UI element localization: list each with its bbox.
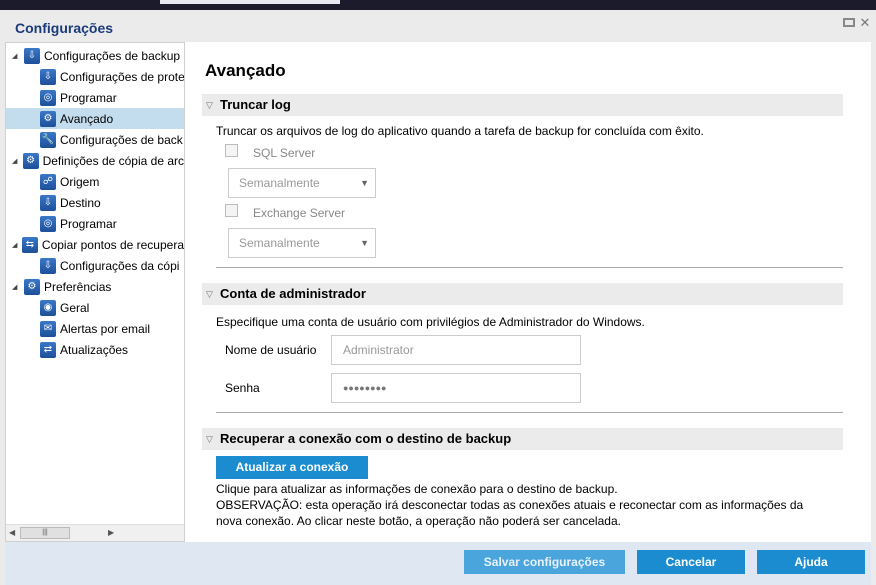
tree-item-icon: ⇩ bbox=[40, 194, 56, 211]
help-button[interactable]: Ajuda bbox=[757, 550, 865, 574]
collapse-icon: ▽ bbox=[206, 289, 213, 299]
tree-item[interactable]: ☍ Origem bbox=[6, 171, 184, 192]
reconnect-info: Clique para atualizar as informações de … bbox=[216, 482, 618, 496]
tree-item[interactable]: 🔧 Configurações de back bbox=[6, 129, 184, 150]
tree-item[interactable]: ◉ Geral bbox=[6, 297, 184, 318]
tree-item-icon: ⇩ bbox=[40, 257, 56, 274]
tree-item-label: Alertas por email bbox=[60, 321, 151, 336]
tree-item-icon: ☍ bbox=[40, 173, 56, 190]
restore-icon[interactable] bbox=[843, 18, 855, 27]
reconnect-note-line1: OBSERVAÇÃO: esta operação irá desconecta… bbox=[216, 498, 804, 512]
tree-item-label: Origem bbox=[60, 174, 100, 189]
chevron-down-icon: ▼ bbox=[360, 178, 369, 188]
tree-item-icon: ⇆ bbox=[21, 236, 38, 253]
sql-server-checkbox[interactable] bbox=[225, 144, 238, 157]
footer-bar: Salvar configurações Cancelar Ajuda bbox=[5, 542, 871, 585]
expand-triangle-icon[interactable]: ◢ bbox=[12, 52, 20, 60]
scroll-right-icon[interactable]: ▶ bbox=[108, 528, 114, 537]
tree-item-label: Geral bbox=[60, 300, 90, 315]
tree-item[interactable]: ⇩ Configurações de prote bbox=[6, 66, 184, 87]
tree-item-icon: ◎ bbox=[40, 215, 56, 232]
section-title: Recuperar a conexão com o destino de bac… bbox=[220, 431, 512, 446]
tree-item-icon: ⇄ bbox=[40, 341, 56, 358]
tree-item-label: Preferências bbox=[44, 279, 112, 294]
save-settings-button[interactable]: Salvar configurações bbox=[464, 550, 625, 574]
password-input[interactable]: ●●●●●●●● bbox=[331, 373, 581, 403]
window-title: Configurações bbox=[15, 20, 114, 36]
tree-item-label: Avançado bbox=[60, 111, 114, 126]
tree-item[interactable]: ⇩ Configurações da cópi bbox=[6, 255, 184, 276]
collapse-icon: ▽ bbox=[206, 434, 213, 444]
tree-item-icon: ✉ bbox=[40, 320, 56, 337]
tree-item[interactable]: ⇄ Atualizações bbox=[6, 339, 184, 360]
tree-item-icon: ⚙ bbox=[24, 278, 40, 295]
tree-item-label: Programar bbox=[60, 216, 117, 231]
divider bbox=[216, 267, 843, 268]
scroll-thumb[interactable]: ||| bbox=[20, 527, 70, 539]
tree-item-label: Definições de cópia de arc bbox=[42, 153, 184, 168]
exchange-server-label: Exchange Server bbox=[253, 206, 346, 220]
exchange-frequency-select[interactable]: Semanalmente ▼ bbox=[228, 228, 376, 258]
section-reconnect[interactable]: ▽ Recuperar a conexão com o destino de ba… bbox=[202, 428, 843, 450]
exchange-server-checkbox[interactable] bbox=[225, 204, 238, 217]
title-bar: Configurações ✕ bbox=[0, 10, 876, 42]
password-label: Senha bbox=[225, 381, 260, 395]
tree-item-icon: ◉ bbox=[40, 299, 56, 316]
expand-triangle-icon[interactable]: ◢ bbox=[12, 283, 20, 291]
sql-server-label: SQL Server bbox=[253, 146, 316, 160]
expand-triangle-icon[interactable]: ◢ bbox=[12, 241, 18, 249]
tree-item[interactable]: ◎ Programar bbox=[6, 87, 184, 108]
section-title: Conta de administrador bbox=[220, 286, 366, 301]
tree-item-icon: ⚙ bbox=[40, 110, 56, 127]
section-truncate-log[interactable]: ▽ Truncar log bbox=[202, 94, 843, 116]
section-admin-account[interactable]: ▽ Conta de administrador bbox=[202, 283, 843, 305]
select-value: Semanalmente bbox=[239, 176, 320, 190]
tree-item[interactable]: ◢ ⚙ Definições de cópia de arc bbox=[6, 150, 184, 171]
tree-item-icon: ◎ bbox=[40, 89, 56, 106]
tree-item[interactable]: ✉ Alertas por email bbox=[6, 318, 184, 339]
tree-item-icon: ⇩ bbox=[40, 68, 56, 85]
tree-item[interactable]: ◢ ⚙ Preferências bbox=[6, 276, 184, 297]
tree-item-label: Programar bbox=[60, 90, 117, 105]
tree-item-label: Copiar pontos de recupera bbox=[41, 237, 184, 252]
scroll-left-icon[interactable]: ◀ bbox=[9, 528, 15, 537]
admin-description: Especifique uma conta de usuário com pri… bbox=[216, 315, 645, 329]
username-input[interactable]: Administrator bbox=[331, 335, 581, 365]
reconnect-note-line2: nova conexão. Ao clicar neste botão, a o… bbox=[216, 514, 621, 528]
collapse-icon: ▽ bbox=[206, 100, 213, 110]
tree-item[interactable]: ◢ ⇆ Copiar pontos de recupera bbox=[6, 234, 184, 255]
tree-item[interactable]: ⇩ Destino bbox=[6, 192, 184, 213]
tree-item-label: Configurações de prote bbox=[60, 69, 185, 84]
tree-item[interactable]: ⚙ Avançado bbox=[6, 108, 184, 129]
tree-item[interactable]: ◎ Programar bbox=[6, 213, 184, 234]
section-title: Truncar log bbox=[220, 97, 291, 112]
horizontal-scrollbar[interactable]: ◀ ||| ▶ bbox=[6, 524, 184, 541]
settings-tree: ⇄ Atualizações ✉ Alertas por email ◉ Geral ◢ ⚙ P… bbox=[5, 42, 185, 542]
tree-item-icon: ⚙ bbox=[22, 152, 39, 169]
tree-item-label: Atualizações bbox=[60, 342, 129, 357]
advanced-panel: Avançado ▽ Truncar log Truncar os arquivo… bbox=[185, 42, 871, 542]
username-label: Nome de usuário bbox=[225, 343, 317, 357]
tree-item-label: Configurações de back bbox=[60, 132, 183, 147]
tree-item-icon: ⇩ bbox=[24, 47, 40, 64]
chevron-down-icon: ▼ bbox=[360, 238, 369, 248]
refresh-connection-button[interactable]: Atualizar a conexão bbox=[216, 456, 368, 479]
expand-triangle-icon[interactable]: ◢ bbox=[12, 157, 19, 165]
divider bbox=[216, 412, 843, 413]
truncate-description: Truncar os arquivos de log do aplicativo… bbox=[216, 124, 704, 138]
tree-item-icon: 🔧 bbox=[40, 131, 56, 148]
cancel-button[interactable]: Cancelar bbox=[637, 550, 745, 574]
tree-item-label: Configurações de backup bbox=[44, 48, 181, 63]
select-value: Semanalmente bbox=[239, 236, 320, 250]
page-title: Avançado bbox=[205, 61, 286, 80]
sql-frequency-select[interactable]: Semanalmente ▼ bbox=[228, 168, 376, 198]
tree-item[interactable]: ◢ ⇩ Configurações de backup bbox=[6, 45, 184, 66]
close-icon[interactable]: ✕ bbox=[859, 16, 871, 29]
tree-item-label: Destino bbox=[60, 195, 101, 210]
top-strip bbox=[0, 0, 876, 10]
tree-item-label: Configurações da cópi bbox=[60, 258, 180, 273]
